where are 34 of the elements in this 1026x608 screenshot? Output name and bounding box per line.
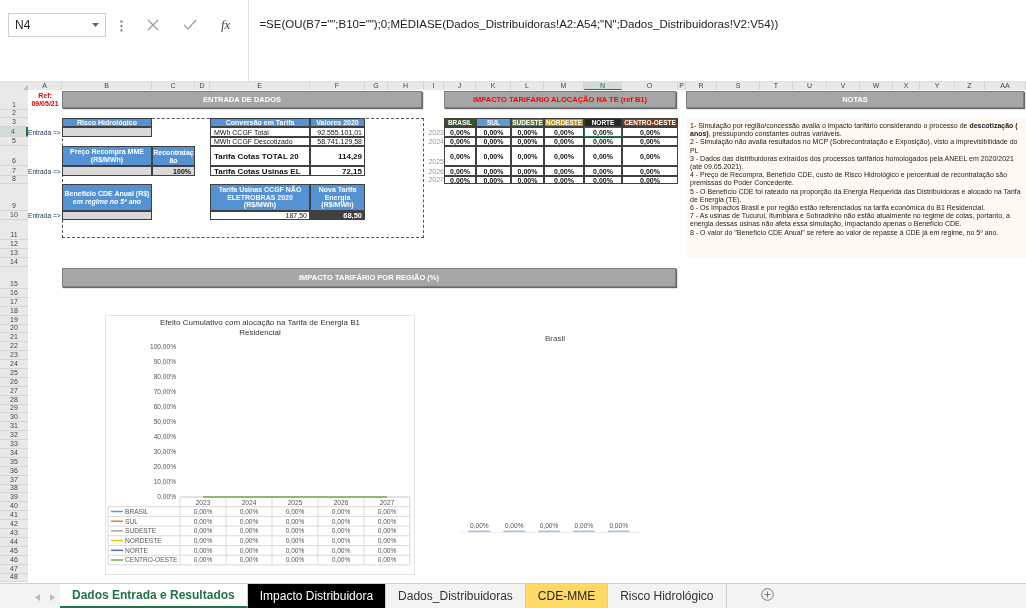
input-cell[interactable] bbox=[62, 127, 152, 137]
insert-function-button[interactable]: fx bbox=[221, 18, 231, 32]
sheet-tab[interactable]: CDE-MME bbox=[525, 584, 609, 608]
formula-field[interactable]: =SE(OU(B7="";B10="");0;MÉDIASE(Dados_Distribuidoras!A2:A54;"N";Dados_Distribuidoras!V2:V54)) bbox=[248, 0, 1026, 81]
legend-key-icon bbox=[110, 510, 124, 513]
sheet-tab[interactable]: Impacto Distribuidora bbox=[247, 584, 387, 608]
sheet-tab[interactable]: Dados Entrada e Resultados bbox=[60, 584, 248, 608]
bar bbox=[607, 530, 630, 533]
caret-icon bbox=[92, 23, 99, 27]
caret-right-icon bbox=[50, 593, 55, 601]
check-icon bbox=[183, 19, 197, 31]
name-box[interactable]: N4 bbox=[8, 13, 106, 37]
table-cell: 114,29 bbox=[310, 146, 365, 166]
sheet-tab[interactable]: Dados_Distribuidoras bbox=[386, 584, 526, 608]
bar bbox=[572, 530, 595, 533]
input-cell[interactable] bbox=[62, 166, 152, 176]
table-cell: Tarifa Cotas TOTAL 20 bbox=[210, 146, 310, 166]
bar bbox=[503, 530, 526, 533]
input-cell[interactable] bbox=[62, 211, 152, 220]
plus-icon bbox=[760, 588, 774, 601]
legend-key-icon bbox=[110, 539, 124, 542]
cancel-button[interactable] bbox=[147, 18, 159, 32]
legend-key-icon bbox=[110, 549, 124, 552]
chart-title: Brasil bbox=[545, 334, 565, 343]
table-cell: 72,15 bbox=[310, 166, 365, 176]
close-icon bbox=[147, 19, 159, 31]
bar bbox=[538, 530, 560, 533]
caret-left-icon bbox=[35, 593, 40, 601]
table-cell: Tarifa Cotas Usinas EL bbox=[210, 166, 310, 176]
chart-title: Efeito Cumulativo com alocação na Tarifa de Energia B1 Residencial bbox=[159, 318, 361, 337]
bar bbox=[468, 530, 491, 533]
more-icon bbox=[120, 20, 123, 32]
sheet-tab[interactable]: Risco Hidrológico bbox=[608, 584, 727, 608]
confirm-button[interactable] bbox=[183, 18, 197, 32]
